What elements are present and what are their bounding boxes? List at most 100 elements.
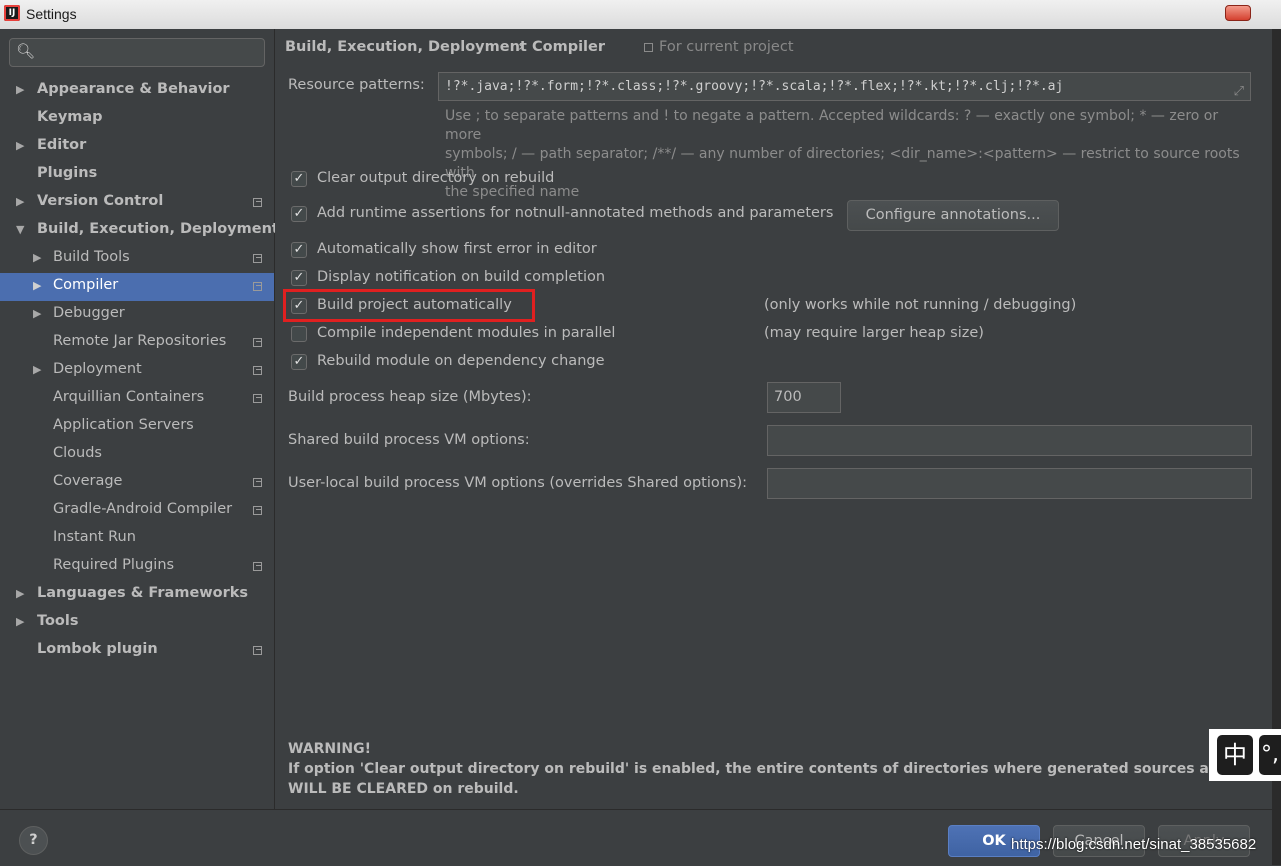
sidebar-item-debugger[interactable]: ▶ Debugger [0,301,274,329]
sidebar-item-lombok-plugin[interactable]: Lombok plugin [0,637,274,665]
expand-arrow-icon: ▶ [33,251,42,264]
sidebar-item-label: Lombok plugin [37,641,158,657]
expand-arrow-icon: ▶ [16,139,25,152]
ime-punctuation-key[interactable]: °, [1259,735,1281,775]
sidebar-item-label: Languages & Frameworks [37,585,249,601]
project-scope-icon [253,394,262,403]
breadcrumb-current: Compiler [532,39,606,55]
checkbox[interactable]: ✓ [291,171,307,187]
project-scope-icon [253,646,262,655]
expand-arrow-icon: ▶ [33,363,42,376]
sidebar-item-label: Keymap [37,109,103,125]
sidebar-item-remote-jar-repositories[interactable]: Remote Jar Repositories [0,329,274,357]
heap-size-input[interactable]: 700 [767,382,841,413]
checkbox-label: Rebuild module on dependency change [317,353,605,369]
clear-output-warning: WARNING! If option 'Clear output directo… [288,739,1281,799]
sidebar-item-label: Required Plugins [53,557,175,573]
checkbox-label: Display notification on build completion [317,269,606,285]
project-scope-icon [253,506,262,515]
checkbox[interactable]: ✓ [291,242,307,258]
checkbox-label: Add runtime assertions for notnull-annot… [317,205,834,221]
sidebar-item-application-servers[interactable]: Application Servers [0,413,274,441]
sidebar-item-clouds[interactable]: Clouds [0,441,274,469]
heap-size-label: Build process heap size (Mbytes): [288,389,532,405]
sidebar-item-label: Gradle-Android Compiler [53,501,233,517]
sidebar-item-label: Tools [37,613,79,629]
sidebar-item-version-control[interactable]: ▶ Version Control [0,189,274,217]
expand-arrow-icon: ▶ [33,307,42,320]
sidebar-item-label: Clouds [53,445,102,461]
expand-arrow-icon: ▶ [33,279,42,292]
expand-arrow-icon: ▶ [16,83,25,96]
expand-arrow-icon: ▶ [16,587,25,600]
sidebar-item-label: Compiler [53,277,119,293]
sidebar-item-label: Build, Execution, Deployment [37,221,279,237]
watermark: https://blog.csdn.net/sinat_38535682 [1011,836,1257,853]
resource-patterns-input[interactable]: !?*.java;!?*.form;!?*.class;!?*.groovy;!… [438,72,1251,101]
resource-patterns-hint: Use ; to separate patterns and ! to nega… [445,107,1245,202]
sidebar-item-editor[interactable]: ▶ Editor [0,133,274,161]
project-scope-icon [253,198,262,207]
sidebar-item-instant-run[interactable]: Instant Run [0,525,274,553]
sidebar-item-plugins[interactable]: Plugins [0,161,274,189]
sidebar-item-gradle-android-compiler[interactable]: Gradle-Android Compiler [0,497,274,525]
checkbox[interactable]: ✓ [291,206,307,222]
sidebar-item-label: Remote Jar Repositories [53,333,227,349]
sidebar-item-languages-frameworks[interactable]: ▶ Languages & Frameworks [0,581,274,609]
search-input[interactable] [40,42,260,64]
hint-line: symbols; / — path separator; /**/ — any … [445,146,1240,181]
sidebar-item-coverage[interactable]: Coverage [0,469,274,497]
checkbox[interactable] [291,326,307,342]
expand-arrow-icon: ▶ [16,195,25,208]
project-scope-icon [253,282,262,291]
sidebar-item-label: Deployment [53,361,142,377]
warning-title: WARNING! [288,741,371,757]
sidebar-item-tools[interactable]: ▶ Tools [0,609,274,637]
expand-arrow-icon: ▶ [16,615,25,628]
project-scope-icon [253,562,262,571]
sidebar-item-build-tools[interactable]: ▶ Build Tools [0,245,274,273]
warning-line: WILL BE CLEARED on rebuild. [288,781,519,797]
sidebar-item-build-execution-deployment[interactable]: ▼ Build, Execution, Deployment [0,217,279,245]
sidebar-item-keymap[interactable]: Keymap [0,105,274,133]
ime-toolbar: 中 °, [1209,729,1281,781]
expand-icon[interactable]: ⤢ [1234,78,1244,100]
search-icon: 🔍︎ [16,42,36,60]
sidebar-item-arquillian-containers[interactable]: Arquillian Containers [0,385,274,413]
configure-annotations-button[interactable]: Configure annotations... [847,200,1059,231]
option-note: (may require larger heap size) [764,325,984,341]
checkbox[interactable]: ✓ [291,354,307,370]
checkbox-label: Compile independent modules in parallel [317,325,616,341]
close-window-button[interactable] [1225,5,1251,21]
sidebar-item-label: Version Control [37,193,164,209]
help-button[interactable]: ? [19,826,48,855]
sidebar-item-appearance-behavior[interactable]: ▶ Appearance & Behavior [0,77,274,105]
collapse-arrow-icon: ▼ [16,223,25,236]
settings-sidebar: 🔍︎ ▶ Appearance & Behavior Keymap ▶ Edit… [0,29,279,809]
resource-patterns-value: !?*.java;!?*.form;!?*.class;!?*.groovy;!… [445,79,1064,94]
sidebar-item-label: Build Tools [53,249,130,265]
app-icon: IJ [4,5,20,21]
sidebar-item-label: Instant Run [53,529,136,545]
scope-label: For current project [659,39,794,55]
checkbox[interactable]: ✓ [291,270,307,286]
search-field[interactable]: 🔍︎ [9,38,265,67]
project-scope-icon [253,254,262,263]
warning-line: If option 'Clear output directory on reb… [288,761,1281,777]
shared-vm-options-input[interactable] [767,425,1252,456]
window-title: Settings [26,6,77,22]
highlight-box [283,289,535,322]
user-vm-options-label: User-local build process VM options (ove… [288,475,748,491]
sidebar-item-compiler[interactable]: ▶ Compiler [0,273,274,301]
sidebar-item-deployment[interactable]: ▶ Deployment [0,357,274,385]
resource-patterns-label: Resource patterns: [288,77,425,93]
sidebar-item-label: Coverage [53,473,123,489]
ime-chinese-mode-key[interactable]: 中 [1217,735,1253,775]
user-vm-options-input[interactable] [767,468,1252,499]
compiler-settings-panel: Build, Execution, Deployment › Compiler … [275,29,1281,809]
sidebar-item-label: Plugins [37,165,98,181]
sidebar-item-label: Editor [37,137,87,153]
sidebar-item-required-plugins[interactable]: Required Plugins [0,553,274,581]
checkbox-label: Automatically show first error in editor [317,241,597,257]
hint-line: Use ; to separate patterns and ! to nega… [445,108,1219,143]
